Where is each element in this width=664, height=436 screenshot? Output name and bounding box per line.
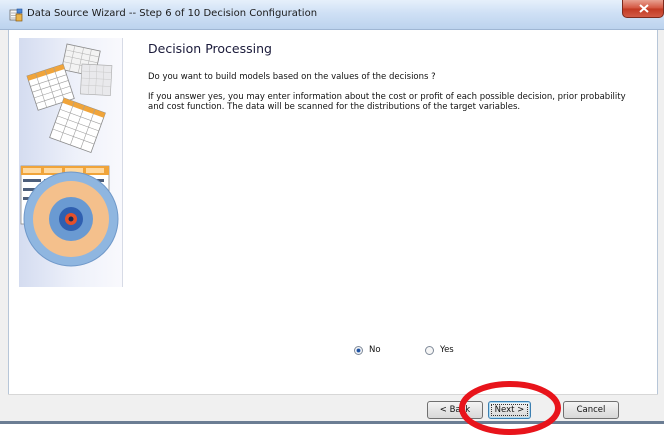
- radio-no[interactable]: No: [354, 345, 381, 355]
- page-heading: Decision Processing: [148, 41, 272, 56]
- question-text: Do you want to build models based on the…: [148, 72, 436, 82]
- wizard-content-panel: Decision Processing Do you want to build…: [8, 30, 658, 394]
- radio-yes-indicator[interactable]: [425, 345, 434, 355]
- close-icon: [639, 4, 649, 13]
- cancel-button-label: Cancel: [576, 405, 606, 415]
- data-source-wizard-icon: [9, 8, 23, 22]
- back-button-label: < Back: [439, 405, 471, 415]
- back-button[interactable]: < Back: [427, 401, 483, 419]
- cancel-button[interactable]: Cancel: [563, 401, 619, 419]
- window-title: Data Source Wizard -- Step 6 of 10 Decis…: [27, 8, 318, 19]
- next-button-label: Next >: [490, 404, 529, 416]
- wizard-side-illustration: [19, 38, 123, 287]
- title-bar[interactable]: Data Source Wizard -- Step 6 of 10 Decis…: [0, 0, 664, 30]
- explanation-text: If you answer yes, you may enter informa…: [148, 92, 626, 112]
- radio-no-indicator[interactable]: [354, 345, 363, 355]
- radio-yes[interactable]: Yes: [425, 345, 454, 355]
- wizard-window: Data Source Wizard -- Step 6 of 10 Decis…: [0, 0, 664, 435]
- next-button[interactable]: Next >: [488, 401, 531, 419]
- close-button[interactable]: [622, 0, 664, 18]
- radio-yes-label: Yes: [440, 345, 454, 355]
- data-tables-target-icon: [20, 43, 119, 267]
- radio-no-label: No: [369, 345, 381, 355]
- button-bar: < Back Next > Cancel: [8, 394, 658, 424]
